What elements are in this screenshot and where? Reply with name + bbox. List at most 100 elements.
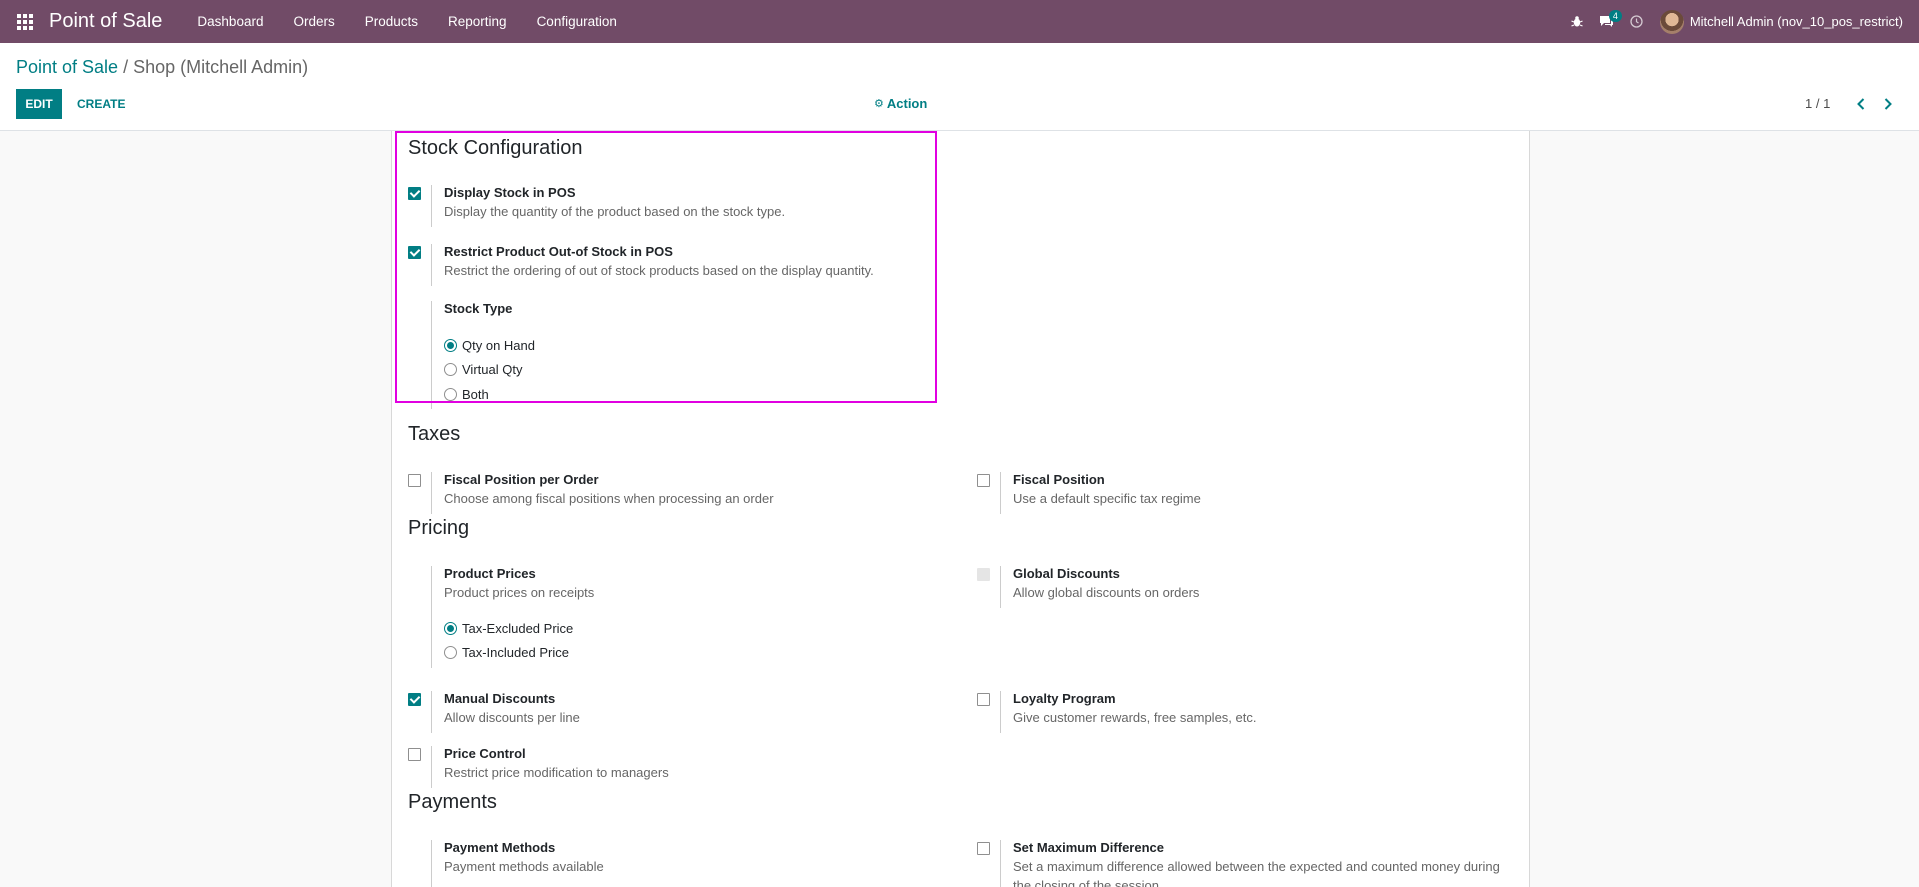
setting-divider xyxy=(431,840,432,887)
display-stock-title: Display Stock in POS xyxy=(444,185,576,200)
top-navbar: Point of Sale Dashboard Orders Products … xyxy=(0,0,1919,43)
price-control-title: Price Control xyxy=(444,746,526,761)
setting-divider xyxy=(431,746,432,788)
breadcrumb-root-link[interactable]: Point of Sale xyxy=(16,57,118,78)
fiscal-per-order-checkbox[interactable] xyxy=(408,474,421,487)
global-discounts-checkbox xyxy=(977,568,990,581)
price-control-checkbox[interactable] xyxy=(408,748,421,761)
setting-divider xyxy=(1000,691,1001,733)
setting-divider xyxy=(431,185,432,227)
setting-fiscal-per-order: Fiscal Position per Order Choose among f… xyxy=(392,472,912,514)
fiscal-per-order-desc: Choose among fiscal positions when proce… xyxy=(444,491,774,506)
menu-configuration[interactable]: Configuration xyxy=(522,14,632,29)
max-difference-checkbox[interactable] xyxy=(977,842,990,855)
product-prices-title: Product Prices xyxy=(444,566,536,581)
restrict-stock-checkbox[interactable] xyxy=(408,246,421,259)
setting-divider xyxy=(1000,472,1001,514)
breadcrumb-separator: / xyxy=(123,57,129,77)
global-discounts-desc: Allow global discounts on orders xyxy=(1013,585,1200,600)
pager-value[interactable]: 1 / 1 xyxy=(1805,96,1830,111)
radio-button[interactable] xyxy=(444,388,457,401)
section-title-pricing: Pricing xyxy=(408,517,470,539)
fiscal-position-desc: Use a default specific tax regime xyxy=(1013,491,1201,506)
restrict-stock-desc: Restrict the ordering of out of stock pr… xyxy=(444,263,874,278)
breadcrumb: Point of Sale / Shop (Mitchell Admin) xyxy=(16,57,308,78)
setting-display-stock: Display Stock in POS Display the quantit… xyxy=(392,185,912,227)
radio-button[interactable] xyxy=(444,339,457,352)
fiscal-per-order-title: Fiscal Position per Order xyxy=(444,472,599,487)
setting-global-discounts: Global Discounts Allow global discounts … xyxy=(961,566,1481,608)
app-brand[interactable]: Point of Sale xyxy=(49,10,162,33)
radio-qty-on-hand[interactable]: Qty on Hand xyxy=(444,338,535,353)
radio-label: Both xyxy=(462,387,489,402)
display-stock-desc: Display the quantity of the product base… xyxy=(444,204,786,219)
loyalty-program-desc: Give customer rewards, free samples, etc… xyxy=(1013,710,1257,725)
payment-methods-title: Payment Methods xyxy=(444,840,556,855)
product-prices-desc: Product prices on receipts xyxy=(444,585,595,600)
setting-loyalty-program: Loyalty Program Give customer rewards, f… xyxy=(961,691,1481,733)
loyalty-program-title: Loyalty Program xyxy=(1013,691,1116,706)
radio-label: Tax-Excluded Price xyxy=(462,621,574,636)
section-title-stock: Stock Configuration xyxy=(408,137,583,159)
create-button[interactable]: CREATE xyxy=(70,89,132,119)
display-stock-checkbox[interactable] xyxy=(408,187,421,200)
apps-menu-icon[interactable] xyxy=(15,12,35,32)
max-difference-desc-line2: the closing of the session xyxy=(1013,878,1159,887)
price-control-desc: Restrict price modification to managers xyxy=(444,765,669,780)
user-menu[interactable]: Mitchell Admin (nov_10_pos_restrict) xyxy=(1652,9,1919,34)
stock-type-title: Stock Type xyxy=(444,301,513,316)
messages-icon[interactable]: 4 xyxy=(1592,0,1622,43)
gear-icon: ⚙ xyxy=(874,98,884,110)
setting-manual-discounts: Manual Discounts Allow discounts per lin… xyxy=(392,691,912,733)
menu-orders[interactable]: Orders xyxy=(278,14,349,29)
action-dropdown[interactable]: ⚙ Action xyxy=(874,96,927,111)
setting-fiscal-position: Fiscal Position Use a default specific t… xyxy=(961,472,1481,514)
fiscal-position-title: Fiscal Position xyxy=(1013,472,1105,487)
radio-button[interactable] xyxy=(444,363,457,376)
avatar xyxy=(1659,9,1684,34)
max-difference-desc: Set a maximum difference allowed between… xyxy=(1013,859,1500,874)
messages-badge: 4 xyxy=(1608,10,1622,22)
radio-label: Qty on Hand xyxy=(462,338,535,353)
setting-divider xyxy=(431,244,432,286)
setting-restrict-stock: Restrict Product Out-of Stock in POS Res… xyxy=(392,244,912,286)
setting-payment-methods: Payment Methods Payment methods availabl… xyxy=(392,840,912,887)
payment-methods-desc: Payment methods available xyxy=(444,859,604,874)
radio-both[interactable]: Both xyxy=(444,387,489,402)
radio-tax-included[interactable]: Tax-Included Price xyxy=(444,645,569,660)
restrict-stock-title: Restrict Product Out-of Stock in POS xyxy=(444,244,673,259)
pager-next-icon[interactable] xyxy=(1877,93,1899,115)
section-title-taxes: Taxes xyxy=(408,423,461,445)
setting-divider xyxy=(431,301,432,409)
bug-icon[interactable] xyxy=(1562,0,1592,43)
form-sheet: Stock Configuration Display Stock in POS… xyxy=(391,131,1530,887)
user-name: Mitchell Admin (nov_10_pos_restrict) xyxy=(1689,14,1903,29)
global-discounts-title: Global Discounts xyxy=(1013,566,1120,581)
setting-divider xyxy=(431,566,432,668)
manual-discounts-checkbox[interactable] xyxy=(408,693,421,706)
menu-dashboard[interactable]: Dashboard xyxy=(182,14,278,29)
fiscal-position-checkbox[interactable] xyxy=(977,474,990,487)
radio-label: Virtual Qty xyxy=(462,362,523,377)
radio-virtual-qty[interactable]: Virtual Qty xyxy=(444,362,522,377)
manual-discounts-title: Manual Discounts xyxy=(444,691,556,706)
radio-button[interactable] xyxy=(444,646,457,659)
action-label: Action xyxy=(886,96,928,111)
edit-button[interactable]: EDIT xyxy=(16,89,62,119)
menu-products[interactable]: Products xyxy=(350,14,433,29)
radio-tax-excluded[interactable]: Tax-Excluded Price xyxy=(444,621,573,636)
activity-clock-icon[interactable] xyxy=(1622,0,1652,43)
breadcrumb-current: Shop (Mitchell Admin) xyxy=(133,57,309,77)
menu-reporting[interactable]: Reporting xyxy=(433,14,522,29)
setting-max-difference: Set Maximum Difference Set a maximum dif… xyxy=(961,840,1500,887)
setting-divider xyxy=(431,691,432,733)
loyalty-program-checkbox[interactable] xyxy=(977,693,990,706)
pager-previous-icon[interactable] xyxy=(1850,93,1872,115)
setting-divider xyxy=(1000,840,1001,887)
control-panel: Point of Sale / Shop (Mitchell Admin) ED… xyxy=(0,43,1919,131)
section-title-payments: Payments xyxy=(408,791,497,813)
setting-price-control: Price Control Restrict price modificatio… xyxy=(392,746,912,788)
setting-divider xyxy=(431,472,432,514)
manual-discounts-desc: Allow discounts per line xyxy=(444,710,580,725)
radio-button[interactable] xyxy=(444,622,457,635)
